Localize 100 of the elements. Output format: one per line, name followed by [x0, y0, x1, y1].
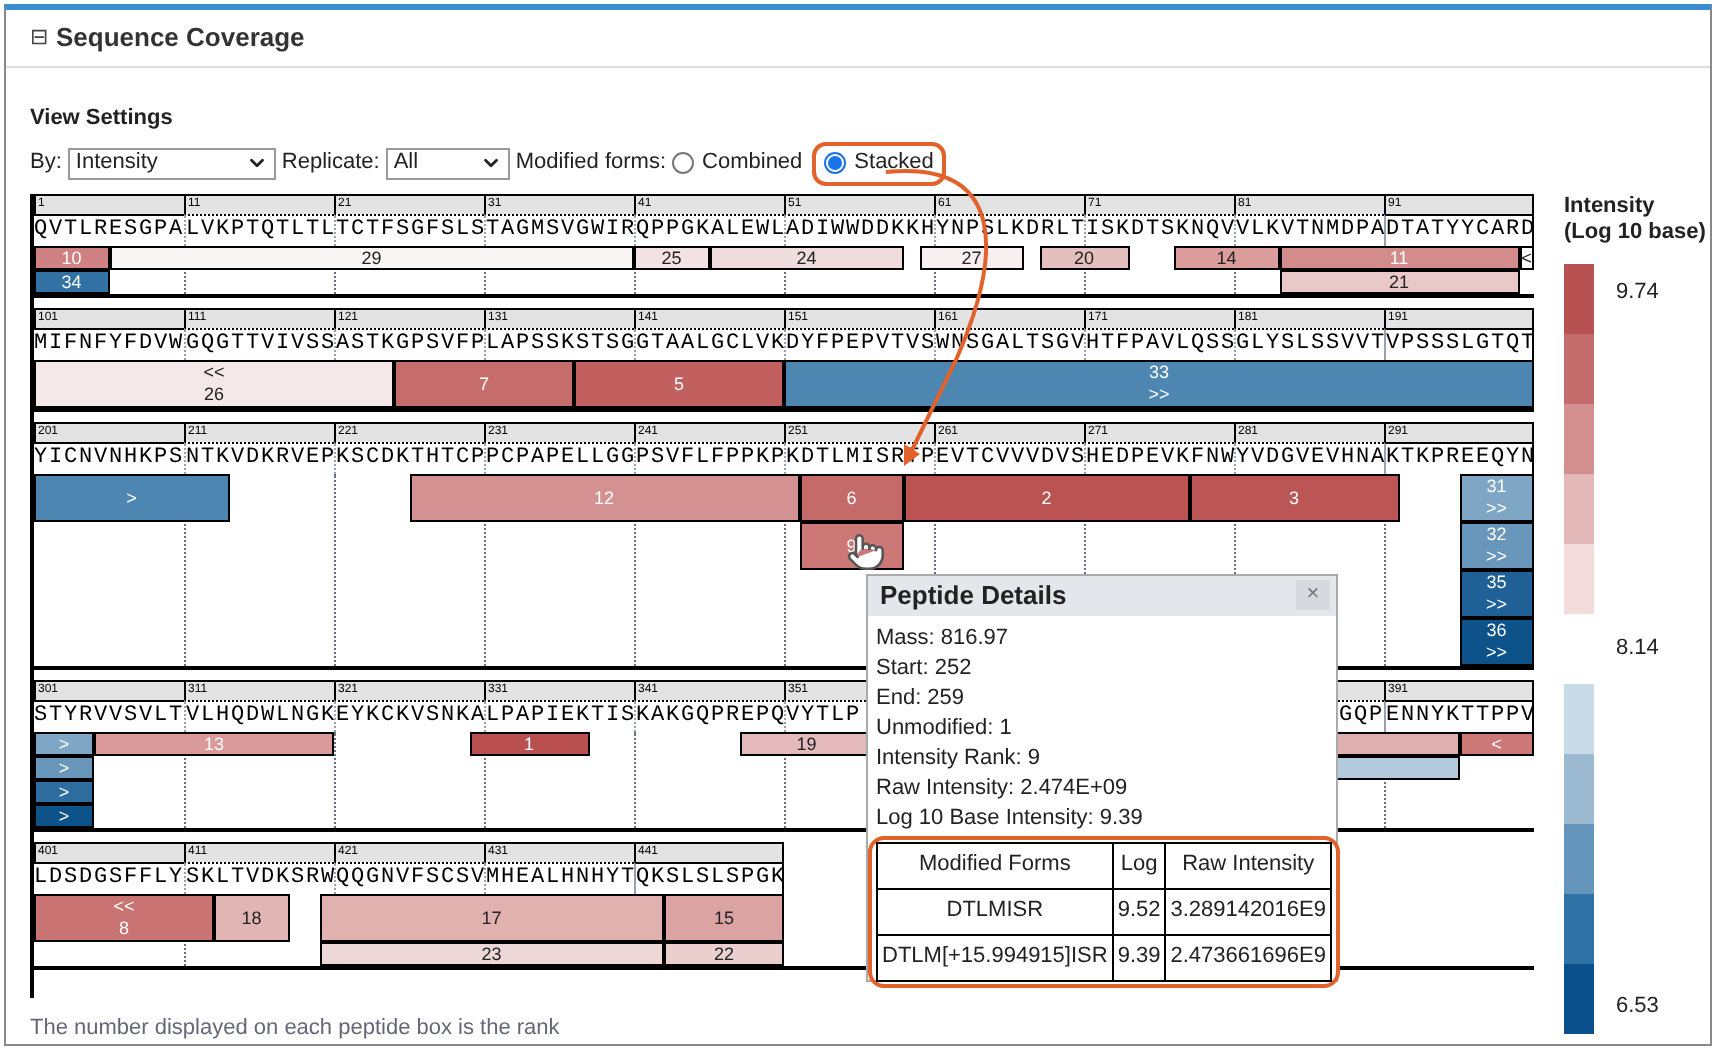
table-cell: 9.52: [1112, 888, 1166, 934]
sequence-text: LDSDGSFFLY: [34, 864, 185, 892]
peptide-box[interactable]: 5: [574, 359, 784, 407]
sequence-text: ISKDTSKNQV: [1086, 216, 1237, 244]
legend-subtitle: (Log 10 base): [1564, 219, 1706, 245]
peptide-box[interactable]: << 8: [34, 893, 214, 941]
peptide-box[interactable]: << 26: [34, 359, 394, 407]
replicate-label: Replicate:: [281, 148, 380, 179]
tooltip-title: Peptide Details: [880, 578, 1067, 614]
sequence-text: GTAALGCLVK: [636, 330, 787, 358]
peptide-box[interactable]: 15: [664, 893, 784, 941]
sequence-text: HEDPEVKFNW: [1086, 444, 1237, 472]
sequence-text: LPAPIEKTIS: [486, 702, 637, 730]
peptide-box[interactable]: 1: [469, 731, 589, 755]
legend-value: 9.74: [1616, 277, 1659, 307]
peptide-box[interactable]: 24: [709, 245, 904, 269]
sequence-text: LVKPTQTLTL: [186, 216, 337, 244]
sequence-text: PCPAPELLGG: [486, 444, 637, 472]
table-cell: 3.289142016E9: [1165, 888, 1331, 934]
sequence-text: KSCDKTHTCP: [336, 444, 487, 472]
peptide-box[interactable]: 18: [214, 893, 289, 941]
sequence-text: NTKVDKRVEP: [186, 444, 337, 472]
table-cell: DTLM[+15.994915]ISR: [877, 934, 1113, 980]
peptide-box[interactable]: 2: [904, 473, 1189, 521]
sequence-text: YVDGVEVHNA: [1236, 444, 1387, 472]
peptide-box[interactable]: 27: [919, 245, 1024, 269]
radio-label[interactable]: Stacked: [854, 146, 934, 180]
peptide-box[interactable]: >: [34, 473, 229, 521]
detail-line: Start: 252: [876, 653, 972, 683]
table-cell: DTLMISR: [877, 888, 1113, 934]
legend-value: 6.53: [1616, 991, 1659, 1021]
detail-line: Mass: 816.97: [876, 623, 1009, 653]
peptide-box[interactable]: 14: [1174, 245, 1279, 269]
sequence-text: DYFPEPVTVS: [786, 330, 937, 358]
sequence-text: STYRVVSVLT: [34, 702, 185, 730]
peptide-box[interactable]: 25: [634, 245, 709, 269]
peptide-box[interactable]: 23: [319, 941, 664, 965]
collapse-icon[interactable]: ⊟: [30, 21, 48, 54]
section-title: View Settings: [30, 105, 173, 131]
sequence-text: EVTCVVVDVS: [936, 444, 1087, 472]
by-label: By:: [30, 148, 62, 179]
peptide-box[interactable]: 29: [109, 245, 634, 269]
sequence-text: QPPGKALEWL: [636, 216, 787, 244]
sequence-text: LAPSSKSTSG: [486, 330, 637, 358]
sequence-text: MHEALHNHYT: [486, 864, 637, 892]
footnote: The number displayed on each peptide box is the rank: [30, 1013, 560, 1043]
radio-button[interactable]: [824, 152, 847, 174]
sequence-text: DTATYYCARD: [1386, 216, 1537, 244]
peptide-box[interactable]: 6: [799, 473, 904, 521]
peptide-box[interactable]: 33 >>: [784, 359, 1534, 407]
sequence-text: GQP: [1338, 702, 1384, 730]
replicate-dropdown[interactable]: All: [385, 147, 510, 179]
by-dropdown[interactable]: Intensity: [67, 147, 276, 179]
modified-forms-label: Modified forms:: [515, 148, 667, 179]
peptide-box[interactable]: 21: [1279, 269, 1519, 293]
panel-title: Sequence Coverage: [56, 20, 305, 56]
column-header: Modified Forms: [877, 842, 1113, 888]
detail-line: Intensity Rank: 9: [876, 743, 1040, 773]
column-header: Log: [1112, 842, 1166, 888]
sequence-text: GLYSLSSVVT: [1236, 330, 1387, 358]
sequence-text: TAGMSVGWIR: [486, 216, 637, 244]
sequence-text: GQGTTVIVSS: [186, 330, 337, 358]
sequence-text: ENNYKTTPPV: [1386, 702, 1537, 730]
radio-label[interactable]: Combined: [702, 146, 803, 180]
peptide-box[interactable]: 34: [34, 269, 109, 293]
sequence-text: QVTLRESGPA: [34, 216, 185, 244]
sequence-text: QQGNVFSCSV: [336, 864, 487, 892]
peptide-box[interactable]: 20: [1039, 245, 1129, 269]
legend-value: 8.14: [1616, 633, 1659, 664]
sequence-text: MIFNFYFDVW: [34, 330, 185, 358]
detail-line: Log 10 Base Intensity: 9.39: [876, 803, 1143, 833]
sequence-text: KAKGQPREPQ: [636, 702, 787, 730]
sequence-text: HTFPAVLQSS: [1086, 330, 1237, 358]
hand-cursor-icon: [846, 532, 886, 572]
sequence-text: VYTLP: [786, 702, 862, 730]
detail-line: Unmodified: 1: [876, 713, 1012, 743]
sequence-text: VLKVTNMDPA: [1236, 216, 1387, 244]
sequence-text: YICNVNHKPS: [34, 444, 185, 472]
table-cell: 9.39: [1112, 934, 1166, 980]
peptide-box[interactable]: >: [34, 779, 94, 803]
peptide-box[interactable]: >: [34, 803, 94, 827]
table-cell: 2.473661696E9: [1165, 934, 1331, 980]
peptide-box[interactable]: 3: [1189, 473, 1399, 521]
peptide-box[interactable]: 17: [319, 893, 664, 941]
sequence-text: VPSSSLGTQT: [1386, 330, 1537, 358]
peptide-box[interactable]: 7: [394, 359, 574, 407]
legend-title: Intensity: [1564, 193, 1657, 219]
peptide-box[interactable]: 22: [664, 941, 784, 965]
sequence-text: QKSLSLSPGK: [636, 864, 787, 892]
peptide-box[interactable]: 36 >>: [1459, 617, 1534, 665]
column-header: Raw Intensity: [1165, 842, 1331, 888]
sequence-text: KTKPREEQYN: [1386, 444, 1537, 472]
peptide-box[interactable]: 35 >>: [1459, 569, 1534, 617]
sequence-text: ADIWWDDKKH: [786, 216, 937, 244]
sequence-text: EYKCKVSNKA: [336, 702, 487, 730]
radio-button[interactable]: [672, 152, 695, 174]
sequence-text: SKLTVDKSRW: [186, 864, 337, 892]
detail-line: Raw Intensity: 2.474E+09: [876, 773, 1128, 803]
sequence-text: ASTKGPSVFP: [336, 330, 487, 358]
sequence-text: VLHQDWLNGK: [186, 702, 337, 730]
